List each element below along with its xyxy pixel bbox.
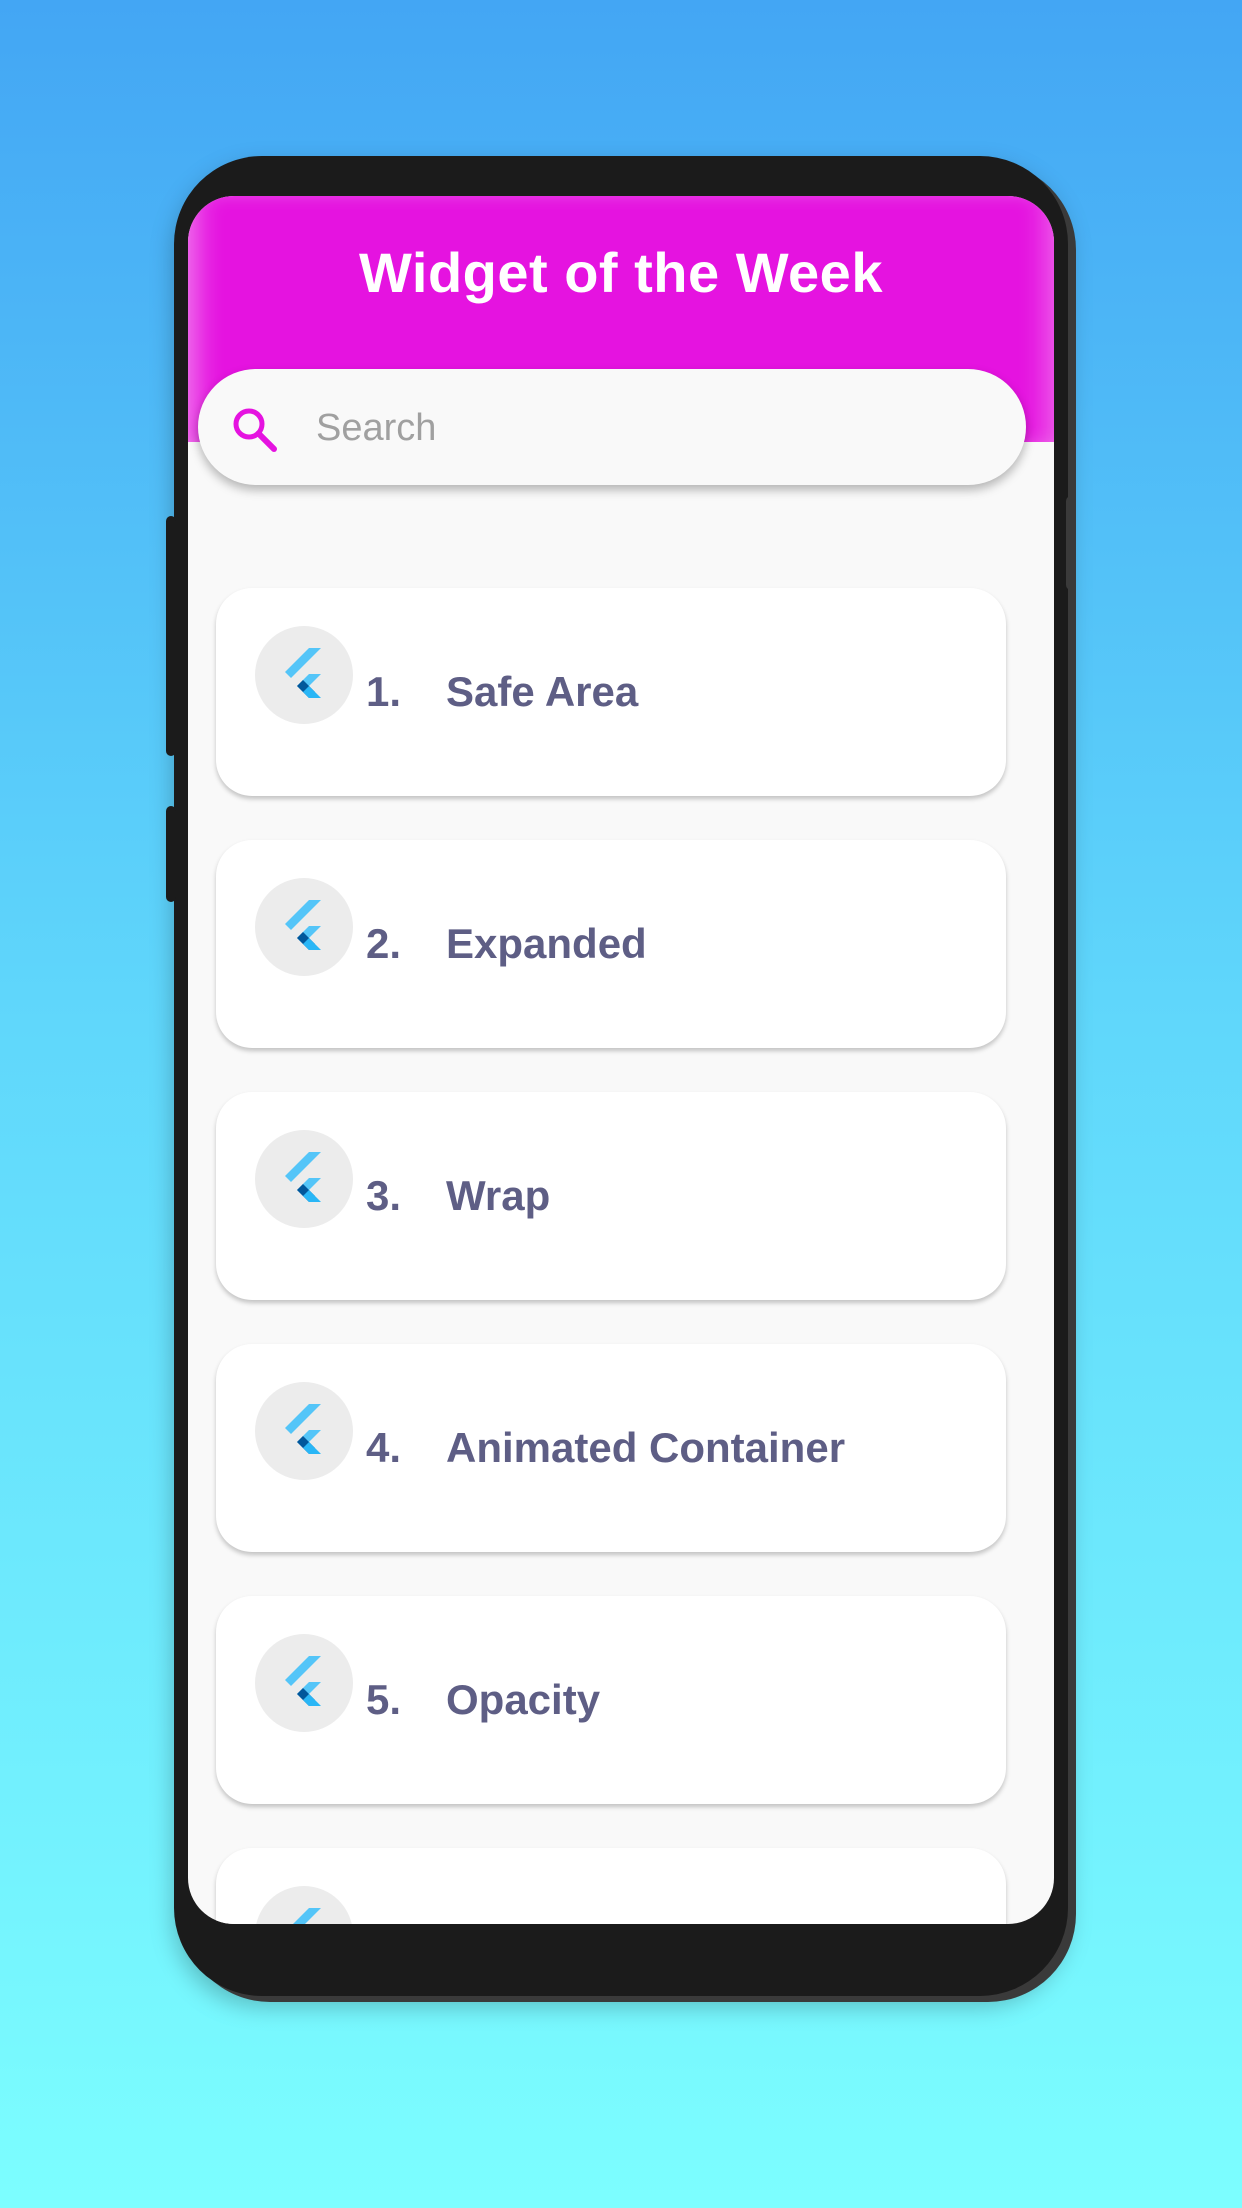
flutter-logo-icon xyxy=(285,1152,321,1202)
flutter-logo-icon xyxy=(285,1404,321,1454)
flutter-logo-icon xyxy=(285,1656,321,1706)
avatar xyxy=(255,1382,353,1480)
list-item[interactable]: 4. Animated Container xyxy=(216,1344,1006,1552)
avatar xyxy=(255,1130,353,1228)
list-item[interactable]: 1. Safe Area xyxy=(216,588,1006,796)
flutter-logo-icon xyxy=(285,648,321,698)
search-icon[interactable] xyxy=(230,405,280,455)
item-label: Wrap xyxy=(446,1172,551,1219)
item-number: 3. xyxy=(366,1172,402,1219)
item-label: Opacity xyxy=(446,1676,601,1723)
item-number: 2. xyxy=(366,920,402,967)
volume-down-button xyxy=(166,806,176,902)
flutter-logo-icon xyxy=(293,1908,321,1924)
list-item[interactable] xyxy=(216,1848,1006,1924)
volume-up-button xyxy=(166,516,176,756)
item-label: Animated Container xyxy=(446,1424,846,1471)
list-item[interactable]: 2. Expanded xyxy=(216,840,1006,1048)
page-title: Widget of the Week xyxy=(359,241,883,304)
app-screen: Widget of the Week Search 1. Safe Area 2… xyxy=(188,196,1054,1924)
avatar xyxy=(255,878,353,976)
flutter-logo-icon xyxy=(285,900,321,950)
item-label: Safe Area xyxy=(446,668,639,715)
avatar xyxy=(255,626,353,724)
item-label: Expanded xyxy=(446,920,647,967)
power-button xyxy=(1066,496,1076,590)
item-number: 5. xyxy=(366,1676,402,1723)
phone-frame: Widget of the Week Search 1. Safe Area 2… xyxy=(166,156,1076,1996)
avatar xyxy=(255,1886,353,1924)
list-item[interactable]: 3. Wrap xyxy=(216,1092,1006,1300)
search-bar[interactable] xyxy=(198,369,1026,485)
item-number: 4. xyxy=(366,1424,402,1471)
item-number: 1. xyxy=(366,668,402,715)
avatar xyxy=(255,1634,353,1732)
widget-list[interactable]: 1. Safe Area 2. Expanded 3. Wrap 4. Anim… xyxy=(216,588,1008,1924)
search-input[interactable] xyxy=(314,399,998,457)
list-item[interactable]: 5. Opacity xyxy=(216,1596,1006,1804)
